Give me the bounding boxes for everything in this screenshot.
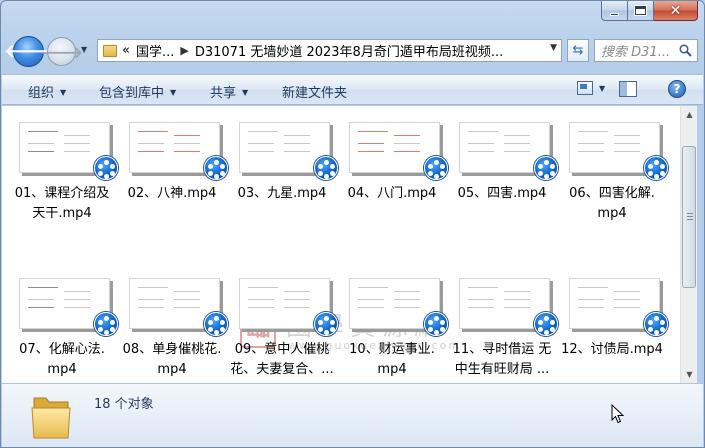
file-label-line: 08、单身催桃花.	[122, 342, 222, 357]
include-in-library-label: 包含到库中	[99, 86, 165, 101]
search-placeholder: 搜索 D31...	[601, 45, 671, 60]
vertical-scrollbar[interactable]: ▲ ▼	[680, 106, 697, 383]
file-label: 04、八门.mp4	[340, 184, 444, 204]
media-player-icon	[644, 312, 668, 336]
forward-arrow-icon: 🡒	[40, 42, 83, 62]
file-label: 05、四害.mp4	[450, 184, 554, 204]
file-label: 08、单身催桃花. mp4	[120, 340, 224, 380]
new-folder-label: 新建文件夹	[282, 86, 348, 101]
file-label-line: 05、四害.mp4	[457, 186, 547, 201]
scroll-down-icon[interactable]: ▼	[681, 366, 698, 383]
file-label-line: 天干.mp4	[32, 206, 92, 221]
file-label: 09、意中人催桃 花、夫妻复合、...	[230, 340, 334, 380]
recent-pages-dropdown[interactable]: ▼	[81, 45, 87, 54]
file-label-line: mp4	[377, 362, 407, 377]
item-count: 18 个对象	[94, 397, 154, 412]
maximize-icon	[635, 6, 646, 15]
include-in-library-button[interactable]: 包含到库中 ▼	[99, 82, 176, 101]
media-player-icon	[534, 156, 558, 180]
command-bar: 组织 ▼ 包含到库中 ▼ 共享 ▼ 新建文件夹 ▼ ?	[2, 74, 703, 105]
file-label: 06、四害化解. mp4	[560, 184, 664, 224]
chevron-down-icon[interactable]: ▼	[550, 43, 557, 53]
media-player-icon	[314, 156, 338, 180]
media-player-icon	[424, 156, 448, 180]
chevron-down-icon: ▼	[60, 88, 67, 97]
organize-button[interactable]: 组织 ▼	[28, 82, 66, 101]
file-label-line: 09、意中人催桃	[234, 342, 330, 357]
refresh-icon: ⇆	[572, 43, 584, 58]
mouse-cursor-icon	[611, 404, 625, 424]
details-pane: 18 个对象	[2, 383, 703, 447]
organize-label: 组织	[28, 86, 55, 101]
file-label-line: 07、化解心法.	[19, 342, 105, 357]
explorer-window: ✕ 🡐 🡒 ▼ « 国学... ▶ D31071 无墙妙道 2023年8月奇门遁…	[0, 0, 705, 448]
close-button[interactable]: ✕	[654, 1, 698, 21]
preview-pane-icon[interactable]	[619, 81, 637, 97]
folder-icon	[31, 397, 71, 439]
breadcrumb-item-guoxue[interactable]: 国学...	[136, 41, 174, 60]
scroll-up-icon[interactable]: ▲	[681, 106, 698, 123]
file-label: 10、财运事业. mp4	[340, 340, 444, 380]
file-label-line: 12、讨债局.mp4	[561, 342, 663, 357]
file-label-line: 01、课程介绍及	[14, 186, 110, 201]
help-icon[interactable]: ?	[668, 80, 686, 98]
close-icon: ✕	[669, 2, 682, 19]
scrollbar-thumb[interactable]	[682, 146, 696, 288]
file-label-line: 04、八门.mp4	[347, 186, 437, 201]
chevron-down-icon[interactable]: ▼	[599, 84, 605, 93]
file-list: 臨 國學資源網 www.guoxueziyuan.com 01、课程介绍及天干.…	[2, 106, 680, 383]
new-folder-button[interactable]: 新建文件夹	[282, 82, 347, 101]
media-player-icon	[94, 156, 118, 180]
file-label: 02、八神.mp4	[120, 184, 224, 204]
media-player-icon	[424, 312, 448, 336]
media-player-icon	[204, 156, 228, 180]
forward-button[interactable]: 🡒	[40, 37, 83, 66]
media-player-icon	[534, 312, 558, 336]
file-label-line: 02、八神.mp4	[127, 186, 217, 201]
refresh-button[interactable]: ⇆	[567, 39, 589, 62]
minimize-icon	[610, 13, 619, 16]
share-label: 共享	[210, 86, 237, 101]
chevron-right-icon[interactable]: ▶	[180, 44, 188, 57]
file-label: 01、课程介绍及 天干.mp4	[10, 184, 114, 224]
file-label-line: 花、夫妻复合、...	[230, 362, 334, 377]
share-button[interactable]: 共享 ▼	[210, 82, 248, 101]
file-label-line: 06、四害化解.	[569, 186, 655, 201]
media-player-icon	[94, 312, 118, 336]
media-player-icon	[644, 156, 668, 180]
view-options-icon[interactable]	[577, 81, 593, 95]
file-label: 07、化解心法. mp4	[10, 340, 114, 380]
file-label-line: 10、财运事业.	[349, 342, 435, 357]
file-label-line: 11、寻时借运 无	[452, 342, 552, 357]
folder-icon	[103, 44, 117, 57]
address-bar[interactable]: « 国学... ▶ D31071 无墙妙道 2023年8月奇门遁甲布局班视频..…	[97, 39, 562, 62]
search-icon	[679, 44, 692, 57]
file-label: 11、寻时借运 无中生有旺财局 ...	[450, 340, 554, 380]
minimize-button[interactable]	[601, 1, 628, 21]
chevron-down-icon: ▼	[242, 88, 249, 97]
file-label-line: 03、九星.mp4	[237, 186, 327, 201]
caption-buttons: ✕	[601, 1, 698, 21]
file-label-line: mp4	[47, 362, 77, 377]
file-label: 12、讨债局.mp4	[560, 340, 664, 360]
maximize-button[interactable]	[628, 1, 654, 21]
breadcrumb-item-current[interactable]: D31071 无墙妙道 2023年8月奇门遁甲布局班视频...	[195, 41, 503, 60]
search-input[interactable]: 搜索 D31...	[594, 39, 698, 62]
file-label-line: mp4	[157, 362, 187, 377]
media-player-icon	[314, 312, 338, 336]
media-player-icon	[204, 312, 228, 336]
file-label-line: mp4	[597, 206, 627, 221]
file-label-line: 中生有旺财局 ...	[454, 362, 550, 377]
breadcrumb-overflow[interactable]: «	[122, 43, 130, 58]
chevron-down-icon: ▼	[170, 88, 177, 97]
file-label: 03、九星.mp4	[230, 184, 334, 204]
